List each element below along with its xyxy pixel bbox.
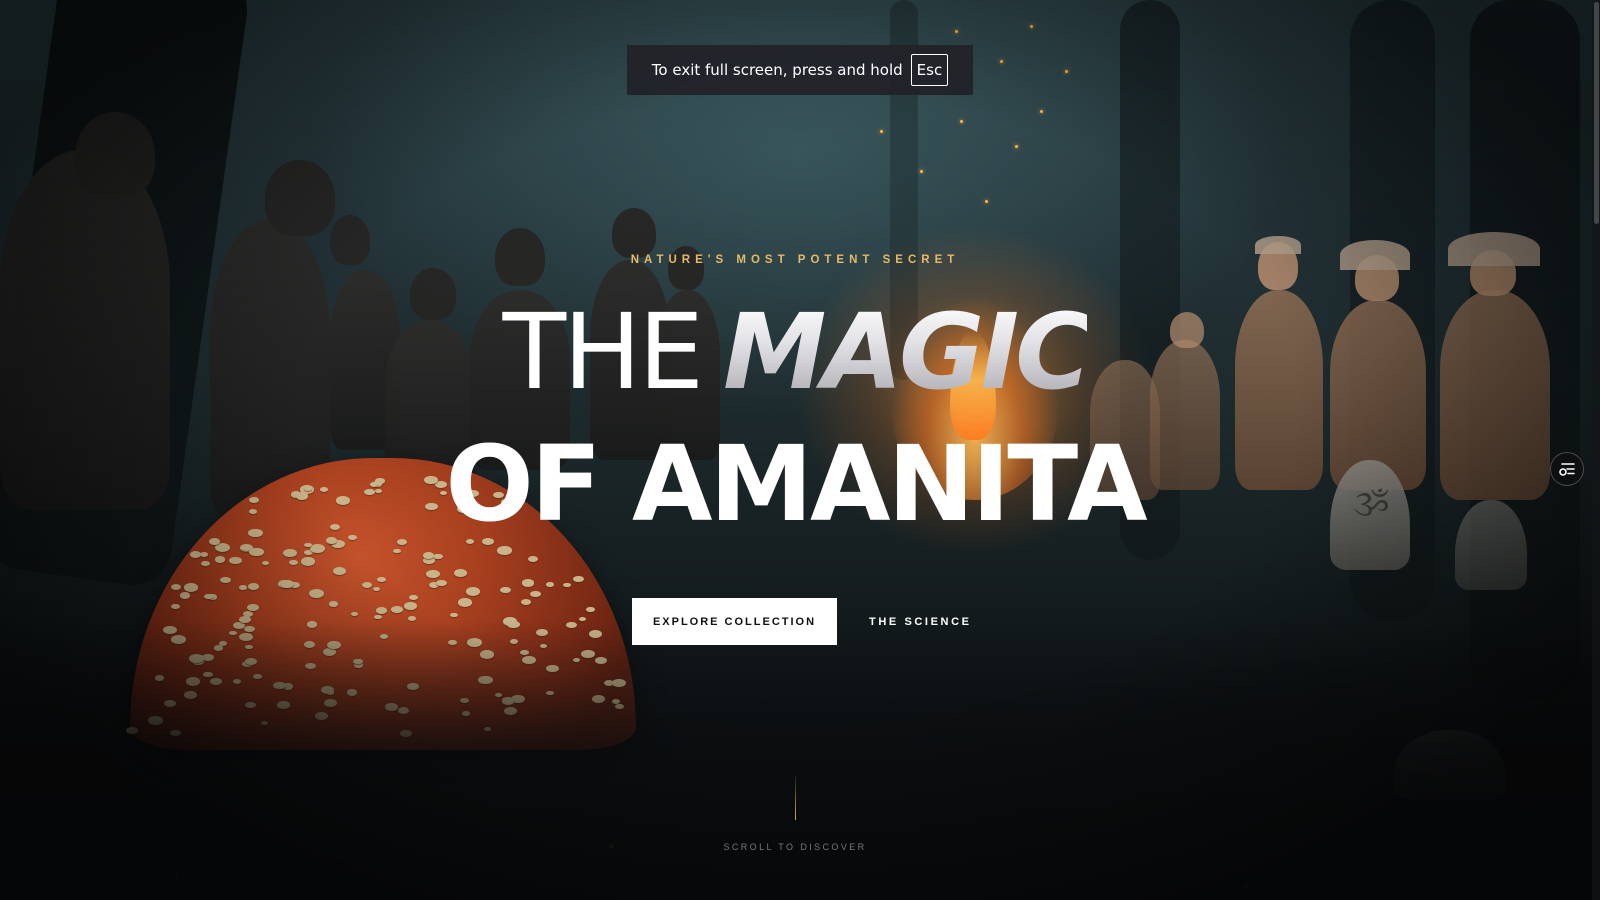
fullscreen-notice-text: To exit full screen, press and hold xyxy=(651,61,903,79)
hero-cta-row: EXPLORE COLLECTION THE SCIENCE xyxy=(632,598,972,645)
hero-kicker: NATURE'S MOST POTENT SECRET xyxy=(630,254,960,266)
esc-key-badge: Esc xyxy=(910,54,949,86)
fullscreen-exit-notice: To exit full screen, press and hold Esc xyxy=(627,45,973,95)
title-line-1: THE MAGIC xyxy=(0,300,1590,412)
scroll-to-discover-label[interactable]: SCROLL TO DISCOVER xyxy=(0,842,1590,852)
page-scrollbar-thumb[interactable] xyxy=(1594,2,1599,224)
title-word-magic: MAGIC xyxy=(723,291,1091,413)
filter-menu-icon xyxy=(1559,463,1575,476)
the-science-link[interactable]: THE SCIENCE xyxy=(869,616,972,628)
hero-title: THE MAGIC OF AMANITA xyxy=(0,300,1590,536)
title-word-the: THE xyxy=(502,291,704,413)
explore-collection-button[interactable]: EXPLORE COLLECTION xyxy=(632,598,837,645)
title-line-2: OF AMANITA xyxy=(445,423,1147,545)
scroll-indicator-line xyxy=(795,776,796,820)
floating-menu-button[interactable] xyxy=(1550,452,1584,486)
hero-section: ૐ To exit full screen, press and hold Es… xyxy=(0,0,1600,900)
